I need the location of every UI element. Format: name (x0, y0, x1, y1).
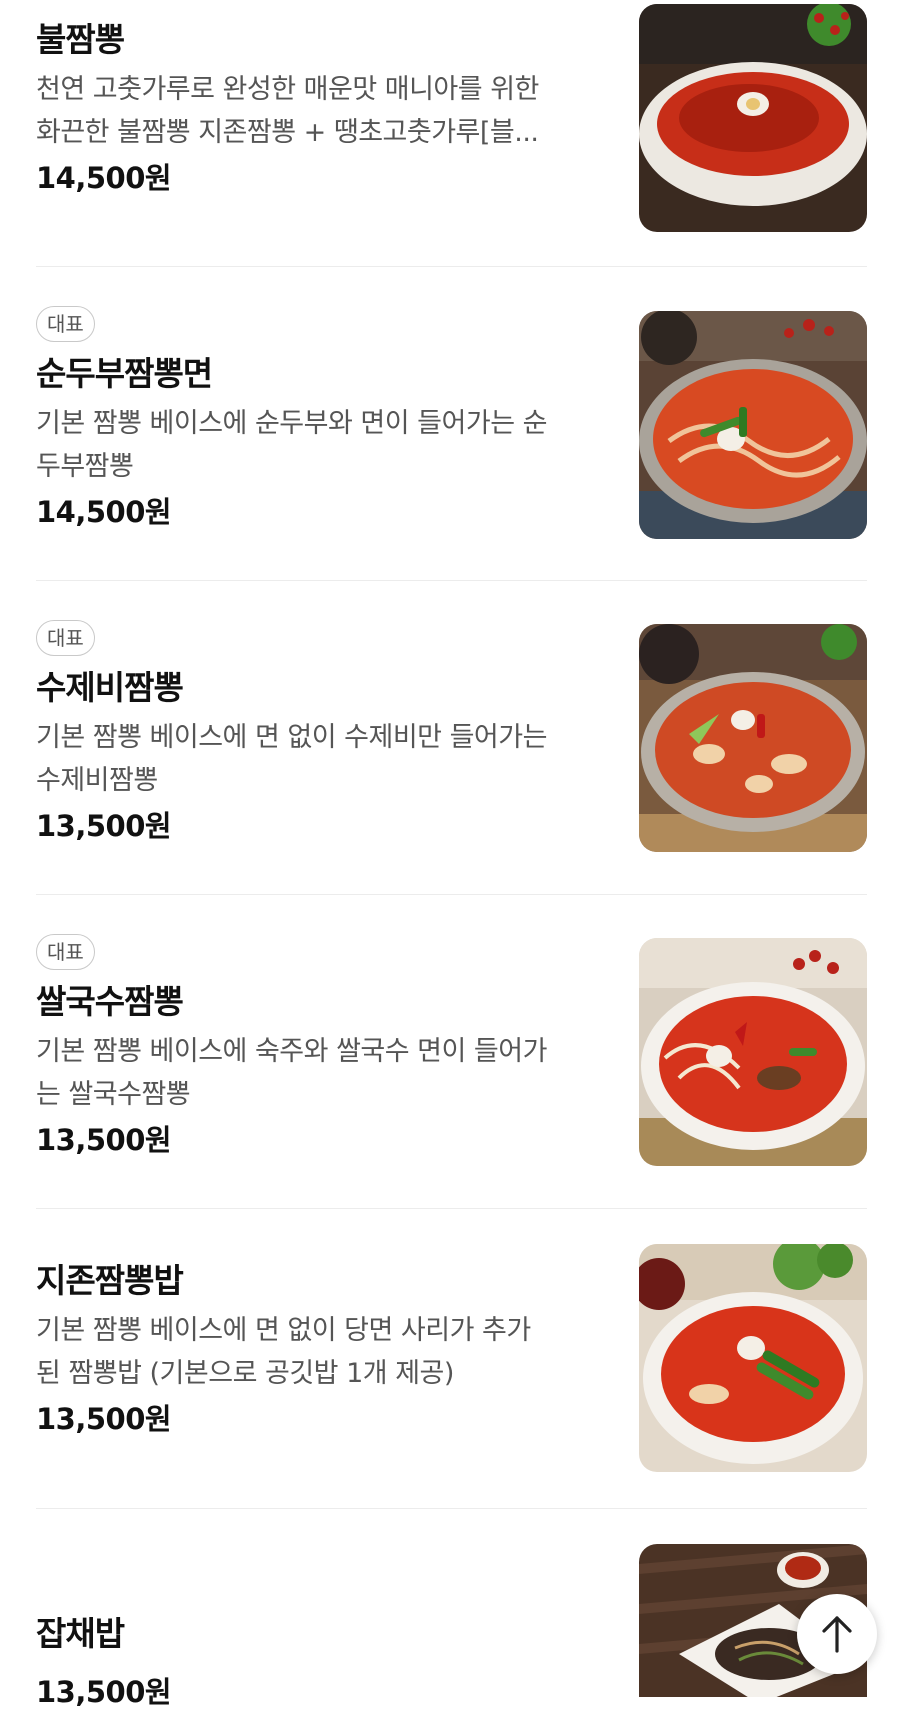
signature-badge: 대표 (36, 934, 95, 970)
menu-item-price: 14,500원 (36, 495, 172, 529)
arrow-up-icon (822, 1616, 852, 1653)
menu-item-description-line: 된 짬뽕밥 (기본으로 공깃밥 1개 제공) (36, 1358, 454, 1389)
menu-item-description-line: 두부짬뽕 (36, 451, 134, 482)
menu-item-description: 천연 고춧가루로 완성한 매운맛 매니아를 위한 화끈한 불짬뽕 지존짬뽕 + … (36, 68, 616, 154)
menu-item-price: 13,500원 (36, 809, 172, 843)
menu-item-description: 기본 짬뽕 베이스에 면 없이 당면 사리가 추가 된 짬뽕밥 (기본으로 공깃… (36, 1309, 616, 1395)
signature-badge: 대표 (36, 620, 95, 656)
menu-item-text: 불짬뽕 천연 고춧가루로 완성한 매운맛 매니아를 위한 화끈한 불짬뽕 지존짬… (36, 18, 616, 200)
menu-item-name: 수제비짬뽕 (36, 668, 184, 707)
menu-item-description-line: 수제비짬뽕 (36, 765, 158, 796)
menu-item-name: 지존짬뽕밥 (36, 1261, 184, 1300)
divider (36, 1508, 867, 1509)
sujebi-pot-photo (639, 624, 867, 852)
menu-item-description: 기본 짬뽕 베이스에 순두부와 면이 들어가는 순 두부짬뽕 (36, 402, 616, 488)
menu-item-photo[interactable] (639, 311, 867, 539)
menu-item-price: 13,500원 (36, 1123, 172, 1157)
menu-item-description-line: 기본 짬뽕 베이스에 면 없이 수제비만 들어가는 (36, 722, 547, 753)
menu-item-text: 대표 쌀국수짬뽕 기본 짬뽕 베이스에 숙주와 쌀국수 면이 들어가 는 쌀국수… (36, 934, 616, 1162)
menu-item-text: 잡채밥 13,500원 (36, 1612, 616, 1714)
menu-item-name: 쌀국수짬뽕 (36, 982, 184, 1021)
divider (36, 266, 867, 267)
spicy-soup-bowl-photo (639, 4, 867, 232)
menu-item-photo[interactable] (639, 1244, 867, 1472)
signature-badge: 대표 (36, 306, 95, 342)
menu-item-description-line: 는 쌀국수짬뽕 (36, 1079, 191, 1110)
noodle-pot-photo (639, 311, 867, 539)
menu-item-sundubu-jjambbong-myeon[interactable]: 대표 순두부짬뽕면 기본 짬뽕 베이스에 순두부와 면이 들어가는 순 두부짬뽕… (36, 306, 867, 576)
menu-item-description: 기본 짬뽕 베이스에 면 없이 수제비만 들어가는 수제비짬뽕 (36, 716, 616, 802)
menu-item-name: 순두부짬뽕면 (36, 354, 213, 393)
menu-item-text: 대표 순두부짬뽕면 기본 짬뽕 베이스에 순두부와 면이 들어가는 순 두부짬뽕… (36, 306, 616, 534)
menu-item-description-line: 기본 짬뽕 베이스에 숙주와 쌀국수 면이 들어가 (36, 1036, 547, 1067)
menu-item-price: 13,500원 (36, 1402, 172, 1436)
menu-item-photo[interactable] (639, 938, 867, 1166)
menu-item-name: 불짬뽕 (36, 20, 125, 59)
menu-item-price: 14,500원 (36, 161, 172, 195)
menu-item-japchae-bap[interactable]: 잡채밥 13,500원 (36, 1544, 867, 1709)
menu-item-text: 지존짬뽕밥 기본 짬뽕 베이스에 면 없이 당면 사리가 추가 된 짬뽕밥 (기… (36, 1259, 616, 1441)
menu-item-description-line: 기본 짬뽕 베이스에 순두부와 면이 들어가는 순 (36, 408, 547, 439)
menu-item-name: 잡채밥 (36, 1614, 125, 1653)
menu-item-ssalguksu-jjambbong[interactable]: 대표 쌀국수짬뽕 기본 짬뽕 베이스에 숙주와 쌀국수 면이 들어가 는 쌀국수… (36, 934, 867, 1204)
menu-item-description: 기본 짬뽕 베이스에 숙주와 쌀국수 면이 들어가 는 쌀국수짬뽕 (36, 1030, 616, 1116)
divider (36, 580, 867, 581)
menu-item-price: 13,500원 (36, 1675, 172, 1709)
menu-item-photo[interactable] (639, 624, 867, 852)
scroll-to-top-button[interactable] (797, 1594, 877, 1674)
rice-noodle-bowl-photo (639, 938, 867, 1166)
jjambbong-rice-bowl-photo (639, 1244, 867, 1472)
menu-item-photo[interactable] (639, 4, 867, 232)
menu-item-bul-jjambbong[interactable]: 불짬뽕 천연 고춧가루로 완성한 매운맛 매니아를 위한 화끈한 불짬뽕 지존짬… (36, 0, 867, 250)
divider (36, 1208, 867, 1209)
menu-item-jijon-jjambbong-bap[interactable]: 지존짬뽕밥 기본 짬뽕 베이스에 면 없이 당면 사리가 추가 된 짬뽕밥 (기… (36, 1244, 867, 1494)
divider (36, 894, 867, 895)
menu-item-text: 대표 수제비짬뽕 기본 짬뽕 베이스에 면 없이 수제비만 들어가는 수제비짬뽕… (36, 620, 616, 848)
menu-item-description-line: 천연 고춧가루로 완성한 매운맛 매니아를 위한 (36, 74, 539, 105)
menu-item-description-line: 화끈한 불짬뽕 지존짬뽕 + 땡초고춧가루[블... (36, 117, 539, 148)
menu-item-sujebi-jjambbong[interactable]: 대표 수제비짬뽕 기본 짬뽕 베이스에 면 없이 수제비만 들어가는 수제비짬뽕… (36, 620, 867, 890)
menu-item-description-line: 기본 짬뽕 베이스에 면 없이 당면 사리가 추가 (36, 1315, 531, 1346)
